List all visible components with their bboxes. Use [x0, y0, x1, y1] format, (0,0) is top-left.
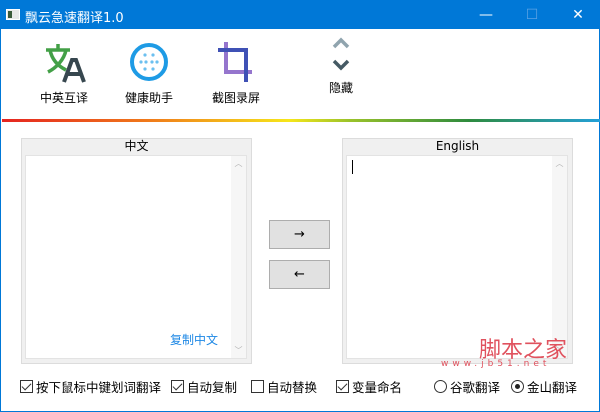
window-title: 飘云急速翻译1.0	[25, 11, 124, 26]
health-button[interactable]: 健康助手	[114, 37, 184, 106]
screenshot-button[interactable]: 截图录屏	[201, 37, 271, 106]
rainbow-divider	[2, 119, 600, 122]
health-label: 健康助手	[124, 91, 173, 105]
checkbox-box[interactable]	[336, 380, 349, 393]
chinese-text-input[interactable]: ︿ ﹀ 复制中文	[25, 155, 247, 359]
english-panel-title: English	[435, 139, 480, 153]
variable-naming-checkbox[interactable]: 变量命名	[336, 377, 402, 396]
translate-to-english-button[interactable]: →	[269, 220, 330, 249]
auto-replace-label: 自动替换	[267, 380, 318, 395]
screenshot-label: 截图录屏	[211, 91, 260, 105]
translate-button[interactable]: 中英互译	[29, 37, 99, 106]
text-caret	[352, 160, 353, 174]
auto-replace-checkbox[interactable]: 自动替换	[251, 377, 317, 396]
hide-label: 隐藏	[328, 81, 353, 95]
checkbox-box[interactable]	[171, 380, 184, 393]
app-window: 飘云急速翻译1.0 — ☐ ✕ 中英互译 健康助手 截图录屏 隐藏 中文 ︿ ﹀ …	[0, 0, 600, 412]
minimize-button[interactable]: —	[463, 1, 509, 29]
chinese-panel: 中文 ︿ ﹀ 复制中文	[21, 138, 252, 364]
copy-chinese-link[interactable]: 复制中文	[170, 331, 218, 348]
maximize-button[interactable]: ☐	[509, 1, 555, 29]
english-scrollbar[interactable]: ︿ ﹀	[552, 156, 567, 358]
radio-circle[interactable]	[511, 380, 524, 393]
close-button[interactable]: ✕	[555, 1, 600, 29]
google-translate-label: 谷歌翻译	[450, 380, 501, 395]
google-translate-radio[interactable]: 谷歌翻译	[434, 377, 500, 396]
radio-circle[interactable]	[434, 380, 447, 393]
checkbox-box[interactable]	[251, 380, 264, 393]
translate-label: 中英互译	[39, 91, 88, 105]
english-panel: English ︿ ﹀	[342, 138, 573, 364]
middle-click-label: 按下鼠标中键划词翻译	[36, 380, 162, 395]
auto-copy-label: 自动复制	[187, 380, 238, 395]
translate-icon	[29, 37, 99, 87]
middle-click-checkbox[interactable]: 按下鼠标中键划词翻译	[20, 377, 161, 396]
watermark-url: www.jb51.net	[441, 359, 551, 369]
chinese-panel-title: 中文	[124, 139, 149, 153]
crop-icon	[201, 37, 271, 87]
variable-naming-label: 变量命名	[352, 380, 403, 395]
title-bar: 飘云急速翻译1.0 — ☐ ✕	[1, 1, 600, 29]
translate-to-chinese-button[interactable]: ←	[269, 260, 330, 289]
checkbox-box[interactable]	[20, 380, 33, 393]
collapse-icon	[306, 33, 376, 77]
kingsoft-translate-radio[interactable]: 金山翻译	[511, 377, 577, 396]
english-text-input[interactable]: ︿ ﹀	[346, 155, 568, 359]
app-icon	[6, 9, 20, 20]
hide-button[interactable]: 隐藏	[306, 33, 376, 96]
chinese-scrollbar[interactable]: ︿ ﹀	[231, 156, 246, 358]
kingsoft-translate-label: 金山翻译	[527, 380, 578, 395]
auto-copy-checkbox[interactable]: 自动复制	[171, 377, 237, 396]
health-icon	[114, 37, 184, 87]
